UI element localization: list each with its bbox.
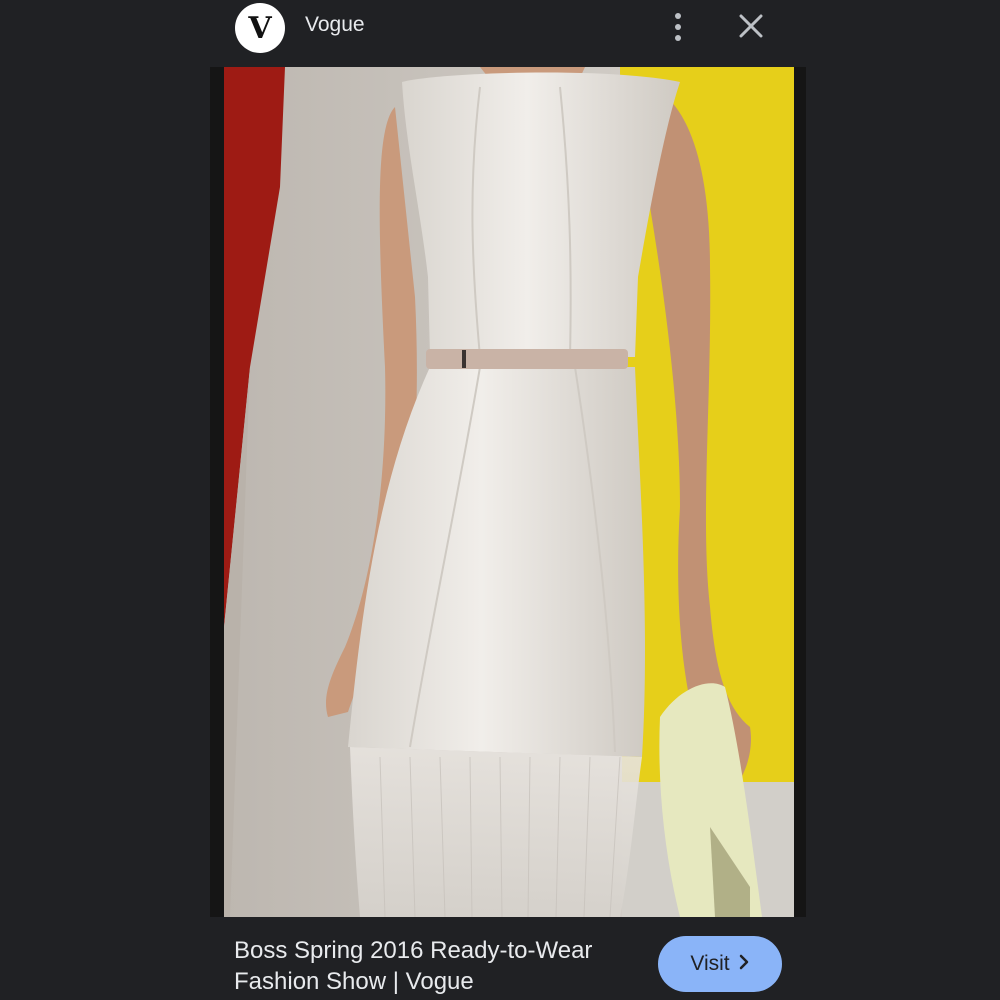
- source-avatar-letter: V: [248, 10, 272, 46]
- close-icon: [739, 14, 763, 38]
- viewer-header: V Vogue: [0, 0, 1000, 58]
- source-name[interactable]: Vogue: [305, 13, 365, 37]
- visit-label: Visit: [690, 952, 730, 975]
- visit-button[interactable]: Visit: [658, 936, 782, 992]
- chevron-right-icon: [738, 952, 750, 976]
- preview-image[interactable]: [210, 67, 806, 917]
- image-title[interactable]: Boss Spring 2016 Ready-to-Wear Fashion S…: [234, 935, 654, 997]
- more-vert-icon: [675, 13, 681, 41]
- close-button[interactable]: [731, 6, 771, 46]
- more-options-button[interactable]: [660, 7, 696, 47]
- fashion-runway-photo: [210, 67, 806, 917]
- source-avatar[interactable]: V: [235, 3, 285, 53]
